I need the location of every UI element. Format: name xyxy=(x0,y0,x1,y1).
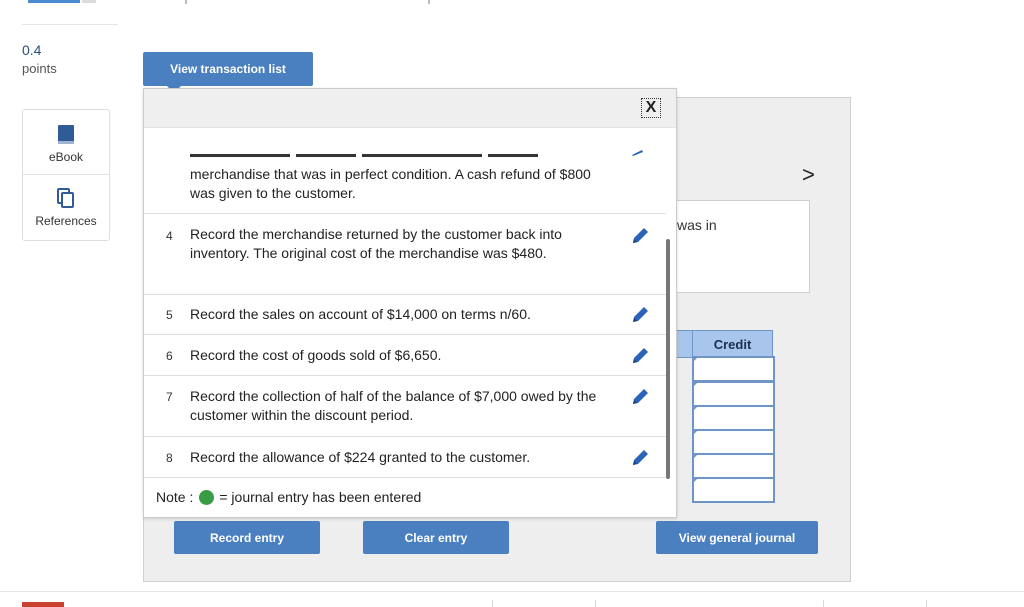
references-label: References xyxy=(35,214,97,228)
progress-segment-active xyxy=(28,0,80,3)
entered-dot-icon xyxy=(199,489,215,505)
transaction-list-popup: X merchandise that was in perfect condit… xyxy=(143,88,677,518)
footer-logo xyxy=(22,602,64,607)
transaction-number: 8 xyxy=(166,451,173,465)
divider xyxy=(22,24,118,25)
next-chevron-icon[interactable]: > xyxy=(802,162,815,188)
legend-note: Note : = journal entry has been entered xyxy=(156,489,421,505)
credit-input-cell[interactable] xyxy=(692,356,775,382)
divider xyxy=(492,600,493,607)
credit-input-cell[interactable] xyxy=(692,429,775,455)
transaction-text: Record the merchandise returned by the c… xyxy=(190,226,562,261)
transaction-text: Record the collection of half of the bal… xyxy=(190,388,597,423)
note-text: = journal entry has been entered xyxy=(219,489,422,505)
book-icon xyxy=(58,125,74,144)
copy-icon xyxy=(57,188,74,208)
transaction-text: Record the allowance of $224 granted to … xyxy=(190,449,531,465)
transaction-row[interactable]: 5 Record the sales on account of $14,000… xyxy=(144,295,666,335)
points-label: points xyxy=(22,61,57,76)
clear-entry-button[interactable]: Clear entry xyxy=(363,521,509,554)
divider xyxy=(0,591,1024,592)
transaction-row[interactable]: 8 Record the allowance of $224 granted t… xyxy=(144,437,666,478)
transaction-number: 6 xyxy=(166,349,173,363)
scrollbar[interactable] xyxy=(666,239,670,479)
transaction-row[interactable]: 7 Record the collection of half of the b… xyxy=(144,376,666,437)
transaction-row[interactable]: 6 Record the cost of goods sold of $6,65… xyxy=(144,335,666,376)
transaction-text: merchandise that was in perfect conditio… xyxy=(190,166,591,201)
pencil-icon[interactable] xyxy=(630,448,650,468)
credit-input-cell[interactable] xyxy=(692,477,775,503)
credit-column-header: Credit xyxy=(692,330,773,358)
divider xyxy=(185,0,187,4)
popup-header: X xyxy=(144,89,676,128)
top-progress-bar xyxy=(0,0,1024,26)
points-value: 0.4 xyxy=(22,42,42,58)
transaction-description-box: was in xyxy=(674,200,810,293)
divider xyxy=(595,600,596,607)
divider xyxy=(926,600,927,607)
divider xyxy=(428,0,430,4)
pencil-icon[interactable] xyxy=(630,226,650,246)
pencil-icon[interactable] xyxy=(630,346,650,366)
record-entry-button[interactable]: Record entry xyxy=(174,521,320,554)
pencil-icon[interactable] xyxy=(630,305,650,325)
transaction-row: merchandise that was in perfect conditio… xyxy=(144,150,666,214)
divider xyxy=(23,174,109,175)
close-icon[interactable]: X xyxy=(641,98,661,118)
transaction-number: 5 xyxy=(166,308,173,322)
transaction-text: Record the cost of goods sold of $6,650. xyxy=(190,347,442,363)
ebook-button[interactable]: eBook xyxy=(23,124,109,164)
transaction-text: Record the sales on account of $14,000 o… xyxy=(190,306,531,322)
note-prefix: Note : xyxy=(156,489,194,505)
pencil-icon[interactable] xyxy=(630,387,650,407)
resources-panel: eBook References xyxy=(22,109,110,241)
references-button[interactable]: References xyxy=(23,188,109,228)
transaction-number: 7 xyxy=(166,390,173,404)
view-transaction-list-button[interactable]: View transaction list xyxy=(143,52,313,93)
ebook-label: eBook xyxy=(48,150,84,164)
transaction-description-text: was in xyxy=(677,217,717,233)
transaction-row[interactable]: 4 Record the merchandise returned by the… xyxy=(144,214,666,295)
progress-segment xyxy=(82,0,96,3)
pencil-icon[interactable] xyxy=(630,149,644,157)
credit-input-cell[interactable] xyxy=(692,405,775,431)
view-general-journal-button[interactable]: View general journal xyxy=(656,521,818,554)
credit-input-cell[interactable] xyxy=(692,381,775,407)
clipped-text xyxy=(190,149,550,159)
transaction-number: 4 xyxy=(166,229,173,243)
divider xyxy=(823,600,824,607)
credit-input-cell[interactable] xyxy=(692,453,775,479)
